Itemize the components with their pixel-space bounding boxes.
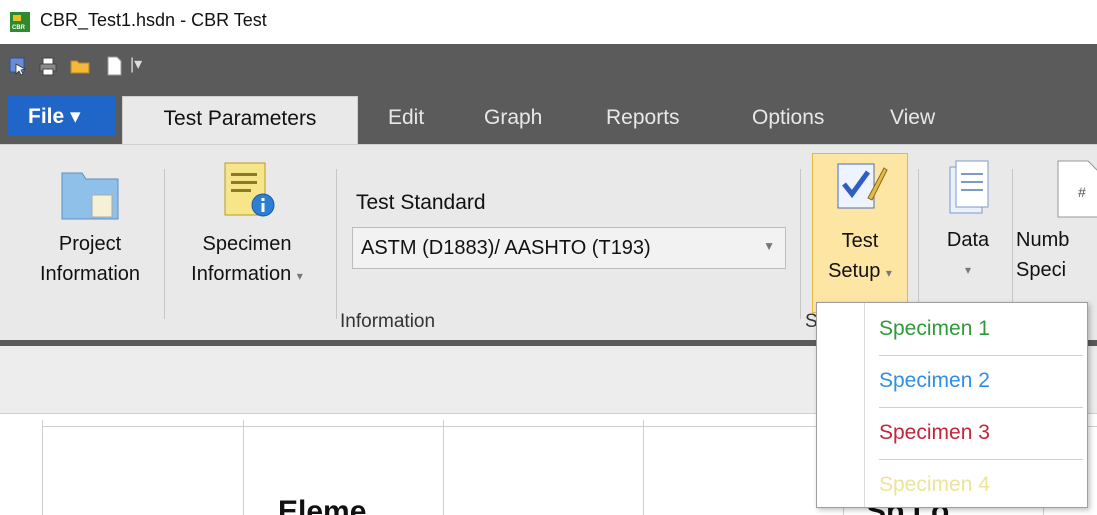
number-specimens-icon: # [1057, 160, 1097, 218]
chevron-down-icon: ▾ [964, 263, 972, 277]
title-bar: CBR CBR_Test1.hsdn - CBR Test [0, 0, 1097, 44]
specimen-information-button[interactable]: Specimen Information ▾ [172, 161, 322, 317]
number-label-line1: Numb [1016, 229, 1070, 251]
project-folder-icon [61, 172, 119, 220]
menu-separator [879, 355, 1083, 356]
project-info-line2: Information [39, 263, 141, 285]
tab-reports[interactable]: Reports [606, 96, 680, 144]
ribbon-separator [918, 169, 919, 319]
test-setup-line1: Test [841, 230, 879, 252]
print-icon[interactable] [38, 56, 58, 76]
window-title: CBR_Test1.hsdn - CBR Test [40, 10, 267, 30]
test-setup-icon [837, 163, 888, 209]
tab-test-parameters[interactable]: Test Parameters [122, 96, 358, 144]
data-label: Data [946, 229, 990, 251]
project-information-button[interactable]: Project Information [20, 165, 160, 315]
tab-view[interactable]: View [890, 96, 935, 144]
data-button[interactable]: Data ▾ [930, 159, 1006, 315]
tab-edit[interactable]: Edit [388, 96, 424, 144]
menu-item-specimen-3[interactable]: Specimen 3 [867, 409, 1087, 459]
menu-item-specimen-4[interactable]: Specimen 4 [867, 461, 1087, 511]
chevron-down-icon: ▼ [763, 239, 775, 253]
qat-customize-icon[interactable]: |▾ [130, 54, 160, 80]
menu-separator [879, 407, 1083, 408]
svg-text:#: # [1078, 184, 1086, 200]
document-icon[interactable] [104, 56, 124, 76]
test-standard-label: Test Standard [356, 191, 486, 214]
menu-item-specimen-2[interactable]: Specimen 2 [867, 357, 1087, 407]
number-of-specimens-button[interactable]: # Numb Speci [1016, 159, 1097, 315]
quick-access-toolbar: |▾ [0, 44, 1097, 92]
ribbon-separator [800, 169, 801, 319]
grid-header-text: Eleme [278, 495, 367, 515]
test-setup-dropdown-menu: Specimen 1 Specimen 2 Specimen 3 Specime… [816, 302, 1088, 508]
menu-separator [879, 459, 1083, 460]
file-menu-label: File [28, 105, 65, 128]
test-setup-line2: Setup ▾ [828, 260, 892, 282]
specimen-info-label: Information [191, 263, 292, 285]
app-icon: CBR [10, 12, 30, 32]
tab-graph[interactable]: Graph [484, 96, 542, 144]
ribbon-separator [1012, 169, 1013, 319]
specimen-info-line1: Specimen [202, 233, 292, 255]
ribbon-separator [336, 169, 337, 319]
data-icon [949, 160, 989, 214]
menu-gutter [817, 303, 865, 507]
tab-options[interactable]: Options [752, 96, 824, 144]
test-standard-select[interactable]: ASTM (D1883)/ AASHTO (T193) ▼ [352, 227, 786, 269]
test-setup-button[interactable]: Test Setup ▾ [812, 153, 908, 313]
specimen-info-line2: Information ▾ [191, 263, 303, 285]
ribbon-tabs: File ▾ Test Parameters Edit Graph Report… [0, 92, 1097, 144]
group-label-information: Information [340, 311, 436, 332]
folder-icon[interactable] [70, 56, 90, 76]
number-label-line2: Speci [1016, 259, 1067, 281]
project-info-line1: Project [58, 233, 122, 255]
file-menu-button[interactable]: File ▾ [8, 96, 115, 136]
test-setup-label: Setup [828, 260, 881, 282]
grid-column-divider [643, 420, 644, 515]
grid-column-divider [443, 420, 444, 515]
grid-column-divider [42, 420, 43, 515]
select-icon[interactable] [8, 56, 28, 76]
grid-column-divider [243, 420, 244, 515]
test-standard-value: ASTM (D1883)/ AASHTO (T193) [361, 237, 651, 259]
ribbon-separator [164, 169, 165, 319]
specimen-info-icon [224, 162, 275, 217]
menu-item-specimen-1[interactable]: Specimen 1 [867, 305, 1087, 355]
